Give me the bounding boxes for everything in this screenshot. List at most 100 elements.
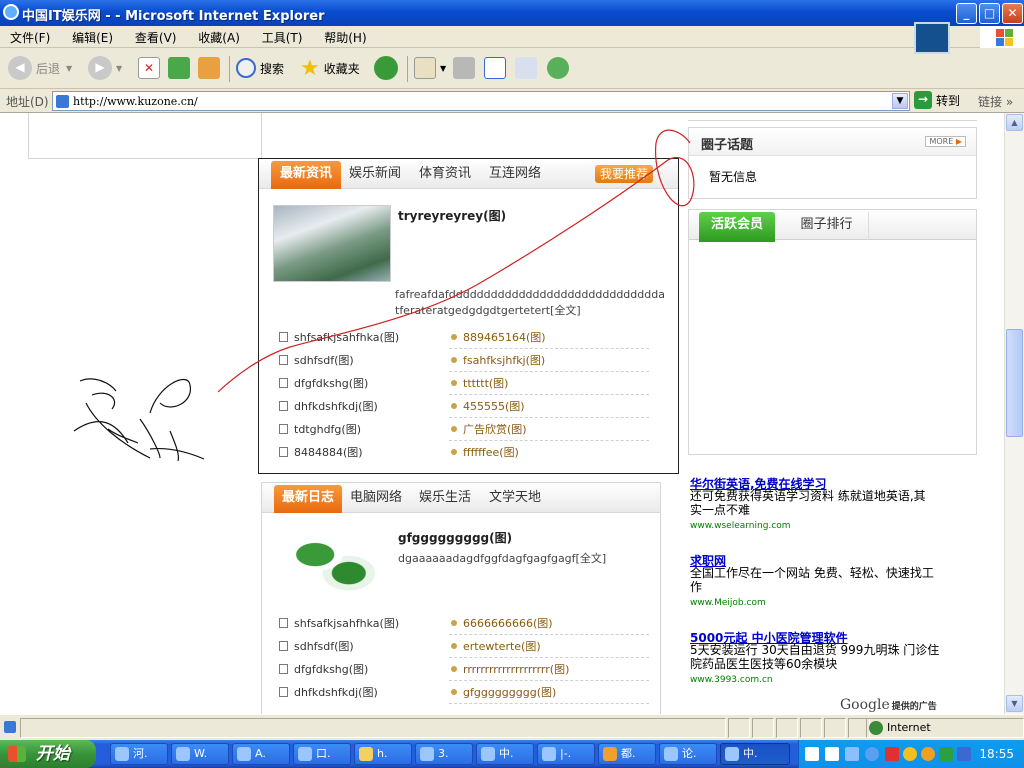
- menu-help[interactable]: 帮助(H): [314, 26, 374, 46]
- go-button[interactable]: → 转到: [914, 91, 960, 109]
- news-list-item[interactable]: 广告欣赏(图): [451, 422, 527, 438]
- news-list-item[interactable]: 455555(图): [451, 399, 525, 415]
- ad-url[interactable]: www.wselearning.com: [690, 521, 791, 531]
- news-list-item[interactable]: tdtghdfg(图): [279, 422, 361, 438]
- news-list-item[interactable]: fsahfksjhfkj(图): [451, 353, 545, 369]
- tab-latest-blog[interactable]: 最新日志: [274, 485, 342, 513]
- menu-tools[interactable]: 工具(T): [252, 26, 311, 46]
- news-list-item[interactable]: 8484884(图): [279, 445, 363, 461]
- scroll-down-icon[interactable]: ▼: [1006, 695, 1023, 712]
- scroll-thumb[interactable]: [1006, 329, 1023, 437]
- qq-tray-icon[interactable]: [903, 747, 917, 761]
- taskbar-item[interactable]: 中.: [476, 743, 534, 765]
- close-button[interactable]: ✕: [1002, 3, 1023, 24]
- tab-sports-news[interactable]: 体育资讯: [415, 161, 475, 189]
- mail-dropdown-icon[interactable]: ▼: [440, 64, 446, 73]
- maximize-button[interactable]: □: [979, 3, 1000, 24]
- blog-list-item[interactable]: shfsafkjsahfhka(图): [279, 616, 399, 632]
- back-dropdown-icon[interactable]: ▼: [66, 64, 72, 73]
- ad-description[interactable]: 还可免费获得英语学习资料 练就道地英语,其实一点不难: [690, 489, 935, 517]
- more-button[interactable]: MORE ▶: [925, 136, 966, 147]
- app-tray-icon[interactable]: [914, 22, 950, 54]
- taskbar-item[interactable]: 口.: [293, 743, 351, 765]
- news-list-item[interactable]: ffffffee(图): [451, 445, 519, 461]
- forward-dropdown-icon[interactable]: ▼: [116, 64, 122, 73]
- stop-button[interactable]: ✕: [138, 55, 164, 81]
- blog-list-item[interactable]: 6666666666(图): [451, 616, 553, 632]
- taskbar-item[interactable]: W.: [171, 743, 229, 765]
- favorites-button[interactable]: ★ 收藏夹: [300, 55, 360, 81]
- taskbar-item[interactable]: 3.: [415, 743, 473, 765]
- taskbar-item[interactable]: 都.: [598, 743, 656, 765]
- ad-description[interactable]: 5天安装运行 30天自由退货 999九明珠 门诊住院药品医生医技等60余模块: [690, 643, 940, 671]
- tab-ent-life[interactable]: 娱乐生活: [415, 485, 475, 513]
- news-summary[interactable]: fafreafdafdddddddddddddddddddddddddddddd…: [395, 287, 667, 319]
- taskbar-item[interactable]: 论.: [659, 743, 717, 765]
- taskbar-item[interactable]: A.: [232, 743, 290, 765]
- menu-edit[interactable]: 编辑(E): [62, 26, 121, 46]
- scroll-up-icon[interactable]: ▲: [1006, 114, 1023, 131]
- news-list-item[interactable]: dhfkdshfkdj(图): [279, 399, 378, 415]
- taskbar-item[interactable]: h.: [354, 743, 412, 765]
- tab-circle-ranking[interactable]: 圈子排行: [785, 212, 869, 240]
- menu-favorites[interactable]: 收藏(A): [188, 26, 248, 46]
- google-ads-label[interactable]: Google 提供的广告: [840, 697, 937, 713]
- news-list-item[interactable]: tttttt(图): [451, 376, 508, 392]
- messenger-button[interactable]: [547, 55, 573, 81]
- blog-list-item[interactable]: ertewterte(图): [451, 639, 541, 655]
- help-icon[interactable]: [825, 747, 839, 761]
- blog-list-item[interactable]: dfgfdkshg(图): [279, 662, 368, 678]
- ad-url[interactable]: www.Meijob.com: [690, 598, 766, 608]
- tab-latest-news[interactable]: 最新资讯: [271, 161, 341, 189]
- taskbar-item[interactable]: 河.: [110, 743, 168, 765]
- ad-description[interactable]: 全国工作尽在一个网站 免费、轻松、快速找工作: [690, 566, 940, 594]
- keyboard-icon[interactable]: [805, 747, 819, 761]
- back-button[interactable]: ◀ 后退 ▼: [8, 55, 72, 81]
- news-list-item[interactable]: sdhfsdf(图): [279, 353, 354, 369]
- news-list-item[interactable]: dfgfdkshg(图): [279, 376, 368, 392]
- vertical-scrollbar[interactable]: ▲ ▼: [1004, 113, 1024, 714]
- blog-list-item[interactable]: gfggggggggg(图): [451, 685, 556, 701]
- menu-view[interactable]: 查看(V): [125, 26, 185, 46]
- tab-literature[interactable]: 文学天地: [485, 485, 545, 513]
- blog-headline[interactable]: gfggggggggg(图): [398, 529, 512, 546]
- app-tray-icon[interactable]: [957, 747, 971, 761]
- discuss-button[interactable]: [515, 55, 541, 81]
- news-headline[interactable]: tryreyreyrey(图): [398, 207, 506, 224]
- home-button[interactable]: [198, 55, 224, 81]
- news-thumbnail[interactable]: [273, 205, 391, 282]
- tab-internet[interactable]: 互连网络: [485, 161, 545, 189]
- address-dropdown-icon[interactable]: ▼: [892, 93, 908, 109]
- chevron-left-icon[interactable]: [865, 747, 879, 761]
- links-button[interactable]: 链接 »: [978, 93, 1013, 110]
- shield-icon[interactable]: [885, 747, 899, 761]
- tab-ent-news[interactable]: 娱乐新闻: [345, 161, 405, 189]
- taskbar-item-active[interactable]: 中.: [720, 743, 790, 765]
- search-button[interactable]: 搜索: [236, 55, 284, 81]
- blog-list-item[interactable]: rrrrrrrrrrrrrrrrrrrr(图): [451, 662, 569, 678]
- mail-button[interactable]: ▼: [414, 55, 446, 81]
- blog-list-item[interactable]: dhfkdshfkdj(图): [279, 685, 378, 701]
- tab-active-members[interactable]: 活跃会员: [699, 212, 775, 242]
- edit-button[interactable]: [484, 55, 510, 81]
- tab-computer-network[interactable]: 电脑网络: [346, 485, 406, 513]
- history-button[interactable]: [374, 55, 402, 81]
- print-button[interactable]: [453, 55, 479, 81]
- blog-list-item[interactable]: sdhfsdf(图): [279, 639, 354, 655]
- ad-url[interactable]: www.3993.com.cn: [690, 675, 773, 685]
- minimize-button[interactable]: _: [956, 3, 977, 24]
- qq-tray-icon[interactable]: [921, 747, 935, 761]
- forward-button[interactable]: ▶ ▼: [88, 55, 122, 81]
- app-tray-icon[interactable]: [939, 747, 953, 761]
- menu-file[interactable]: 文件(F): [0, 26, 58, 46]
- address-input[interactable]: [73, 93, 873, 109]
- blog-summary[interactable]: dgaaaaaadagdfggfdagfgagfgagf[全文]: [398, 551, 648, 567]
- address-field[interactable]: ▼: [52, 91, 910, 111]
- blog-thumbnail[interactable]: [276, 525, 388, 599]
- taskbar-item[interactable]: |-.: [537, 743, 595, 765]
- refresh-button[interactable]: [168, 55, 194, 81]
- news-list-item[interactable]: shfsafkjsahfhka(图): [279, 330, 399, 346]
- start-button[interactable]: 开始: [0, 740, 96, 768]
- network-icon[interactable]: [845, 747, 859, 761]
- recommend-button[interactable]: 我要推荐: [595, 165, 654, 183]
